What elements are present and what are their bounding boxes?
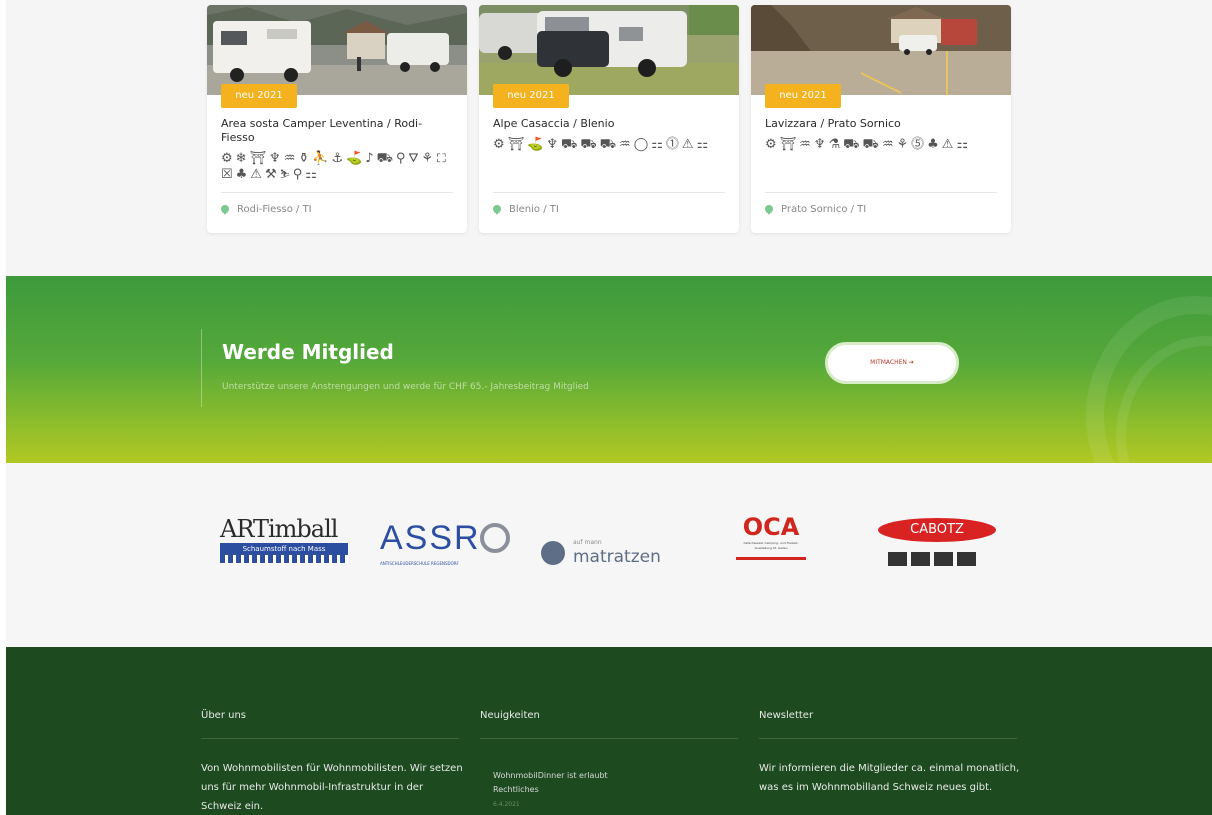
footer-news-item-date: 6.4.2021 [493,801,520,808]
boat-icon [934,552,953,566]
map-pin-icon [491,203,503,215]
assr-tagline: ANTISCHLEUDERSCHULE REGENSDORF [380,561,459,566]
sponsors-section: ARTimball Schaumstoff nach Mass ASSR ANT… [6,463,1212,647]
card-location-text: Prato Sornico / TI [781,204,867,215]
new-badge: neu 2021 [493,84,569,108]
card-location: Prato Sornico / TI [763,203,867,215]
oca-tagline: Ostschweizer Camping- und Freizeit-Ausst… [743,541,799,550]
artimball-tagline: Schaumstoff nach Mass [220,543,348,555]
footer-news-heading: Neuigkeiten [480,710,540,721]
location-card[interactable]: neu 2021 Alpe Casaccia / Blenio ⚙⛩⛳♆⛟⛟⛟♒… [479,5,739,233]
card-title[interactable]: Alpe Casaccia / Blenio [493,117,725,131]
footer: Über uns Von Wohnmobilisten für Wohnmobi… [6,647,1212,815]
matratzen-symbol-icon [541,541,565,565]
new-badge: neu 2021 [221,84,297,108]
card-location-text: Blenio / TI [509,204,559,215]
join-button[interactable]: MITMACHEN ➔ [825,342,959,384]
sponsor-logo-cabotz[interactable]: CABOTZ [878,518,996,574]
footer-newsletter-heading: Newsletter [759,710,814,721]
cabotz-icons [878,552,996,566]
map-pin-icon [763,203,775,215]
matratzen-name: matratzen [573,547,661,567]
card-title[interactable]: Area sosta Camper Leventina / Rodi-Fiess… [221,117,453,145]
map-pin-icon [219,203,231,215]
card-photo [751,5,1011,95]
membership-banner: Werde Mitglied Unterstütze unsere Anstre… [6,276,1212,463]
card-location-text: Rodi-Fiesso / TI [237,204,312,215]
sponsor-logo-matratzen[interactable]: auf mann matratzen [541,535,681,571]
matratzen-pre: auf mann [573,539,602,546]
location-card[interactable]: neu 2021 Area sosta Camper Leventina / R… [207,5,467,233]
footer-divider [480,738,738,739]
amenity-icons: ⚙⛩⛳♆⛟⛟⛟♒◯⚏⓵⚠⚏ [493,137,712,152]
footer-about-heading: Über uns [201,710,246,721]
new-badge: neu 2021 [765,84,841,108]
tree-icon [911,552,930,566]
amenity-icons: ⚙⛩♒♆⚗⛟⛟♒⚘⓹♣⚠⚏ [765,137,972,152]
card-location: Blenio / TI [491,203,559,215]
amenity-icons: ⚙❄⛩♆♒⚱⛹⚓⛳♪⛟⚲⛛⚘⛶☒♣⚠⚒⛷⚲⚏ [221,151,450,182]
footer-news-item-title[interactable]: WohnmobilDinner ist erlaubt [493,769,608,782]
oca-underline [736,557,806,560]
artimball-name: ARTimball [220,515,338,543]
sponsor-logo-assr[interactable]: ASSR ANTISCHLEUDERSCHULE REGENSDORF [380,519,520,569]
footer-news-item-category[interactable]: Rechtliches [493,783,539,796]
card-divider [493,192,725,193]
footer-divider [759,738,1017,739]
cabotz-name: CABOTZ [878,518,996,542]
card-divider [765,192,997,193]
oca-name: OCA [742,513,800,541]
card-location: Rodi-Fiesso / TI [219,203,312,215]
card-title[interactable]: Lavizzara / Prato Sornico [765,117,997,131]
banner-subtitle: Unterstütze unsere Anstrengungen und wer… [222,382,589,392]
caravan-icon [957,552,976,566]
card-photo [207,5,467,95]
artimball-pattern [220,555,348,563]
footer-divider [201,738,459,739]
card-photo [479,5,739,95]
banner-divider [201,329,202,407]
tent-icon [888,552,907,566]
card-divider [221,192,453,193]
footer-about-text: Von Wohnmobilisten für Wohnmobilisten. W… [201,763,463,812]
footer-newsletter-text: Wir informieren die Mitglieder ca. einma… [759,763,1020,793]
page: neu 2021 Area sosta Camper Leventina / R… [6,0,1212,815]
assr-symbol-icon [480,523,510,553]
sponsor-logo-artimball[interactable]: ARTimball Schaumstoff nach Mass [220,515,348,573]
banner-title: Werde Mitglied [222,340,394,364]
location-card[interactable]: neu 2021 Lavizzara / Prato Sornico ⚙⛩♒♆⚗… [751,5,1011,233]
location-cards-section: neu 2021 Area sosta Camper Leventina / R… [6,0,1212,276]
sponsor-logo-oca[interactable]: OCA Ostschweizer Camping- und Freizeit-A… [736,515,806,571]
assr-name: ASSR [380,519,481,557]
